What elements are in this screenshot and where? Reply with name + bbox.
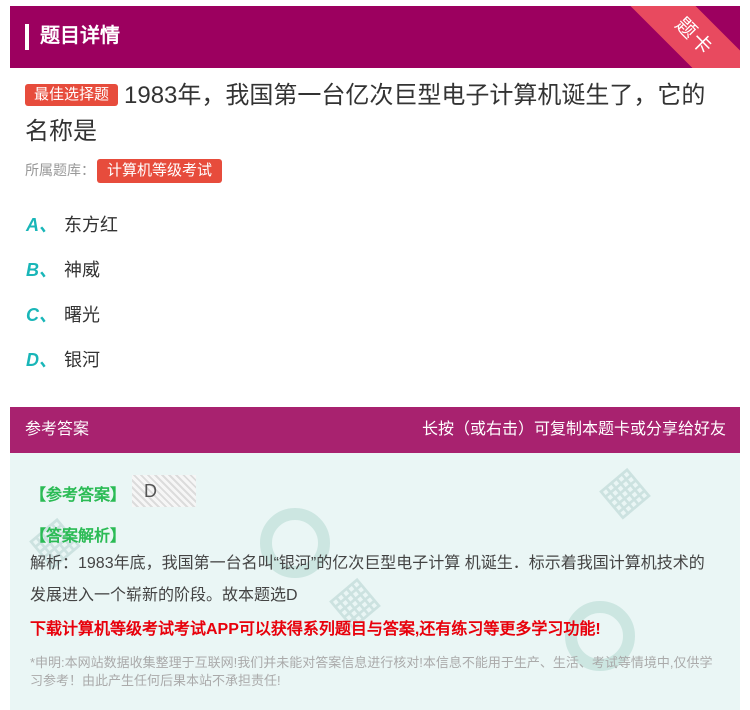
option-letter: A、 [26,215,57,235]
source-label: 所属题库： [25,162,95,178]
disclaimer-notice: *申明:本网站数据收集整理于互联网!我们并未能对答案信息进行核对!本信息不能用于… [30,655,713,688]
header-accent-bar [25,24,29,50]
option-b[interactable]: B、 神威 [26,257,100,283]
answer-section-body: ▦ ▦ ▦ 【参考答案】 D 【答案解析】 解析：1983年底，我国第一台名叫“… [10,453,740,710]
option-a[interactable]: A、 东方红 [26,212,118,238]
option-text: 银河 [64,350,100,370]
option-letter: C、 [26,305,57,325]
analysis-text: 解析：1983年底，我国第一台名叫“银河”的亿次巨型电子计算 机诞生．标示着我国… [30,555,705,604]
share-hint: 长按（或右击）可复制本题卡或分享给好友 [421,421,726,438]
option-text: 曙光 [64,305,100,325]
question-type-tag: 最佳选择题 [25,84,119,106]
answer-section-header: 参考答案 长按（或右击）可复制本题卡或分享给好友 [10,407,740,453]
option-text: 神威 [64,260,100,280]
question-source: 所属题库： 计算机等级考试 [25,158,223,183]
corner-ribbon-label: 题卡 [670,13,718,61]
option-letter: D、 [26,350,57,370]
option-d[interactable]: D、 银河 [26,347,100,373]
question-text-block: 最佳选择题 1983年，我国第一台亿次巨型电子计算机诞生了，它的名称是 [25,78,725,150]
answer-label: 【参考答案】 [30,487,127,504]
page-title: 题目详情 [40,25,120,47]
answer-value: D [132,475,196,507]
download-app-link[interactable]: 下载计算机等级考试考试APP可以获得系列题目与答案,还有练习等更多学习功能! [30,615,601,639]
analysis-label: 【答案解析】 [30,528,127,545]
watermark-mark: ▦ [588,456,658,527]
question-text: 1983年，我国第一台亿次巨型电子计算机诞生了，它的名称是 [25,82,706,145]
source-tag[interactable]: 计算机等级考试 [97,159,223,183]
option-text: 东方红 [64,215,118,235]
header-bar: 题目详情 题卡 [10,6,740,68]
option-letter: B、 [26,260,57,280]
answer-section-title: 参考答案 [25,421,90,438]
option-c[interactable]: C、 曙光 [26,302,100,328]
corner-ribbon: 题卡 [621,6,740,68]
